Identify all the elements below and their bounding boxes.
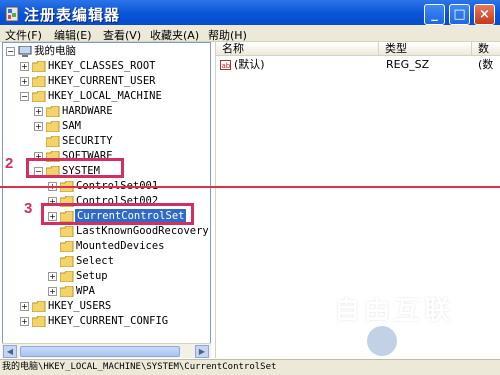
expand-icon[interactable]: + bbox=[48, 287, 57, 296]
window-title: 注册表编辑器 bbox=[24, 6, 121, 24]
value-row[interactable]: ab (默认) REG_SZ (数 bbox=[216, 58, 500, 72]
menu-edit[interactable]: 编辑(E) bbox=[54, 27, 92, 43]
menu-view[interactable]: 查看(V) bbox=[103, 27, 141, 43]
maximize-button[interactable]: □ bbox=[449, 4, 470, 25]
tree-item-hardware[interactable]: + HARDWARE bbox=[34, 104, 210, 119]
folder-icon bbox=[32, 301, 46, 312]
folder-icon bbox=[46, 136, 60, 147]
annotation-divider-line bbox=[0, 186, 500, 188]
folder-open-icon bbox=[32, 91, 46, 102]
folder-icon bbox=[60, 271, 74, 282]
expand-icon[interactable]: + bbox=[48, 272, 57, 281]
tree-horizontal-scrollbar[interactable]: ◀ ▶ bbox=[2, 343, 211, 358]
folder-icon bbox=[60, 241, 74, 252]
scroll-right-icon[interactable]: ▶ bbox=[195, 345, 209, 358]
tree-item-label: WPA bbox=[76, 285, 95, 297]
tree-item-label: HKEY_USERS bbox=[48, 300, 112, 312]
watermark-text: 自由互联 bbox=[334, 296, 455, 326]
list-header: 名称 类型 数 bbox=[216, 42, 500, 56]
minimize-button[interactable]: _ bbox=[424, 4, 445, 25]
tree-item-label: HKEY_CLASSES_ROOT bbox=[48, 60, 156, 72]
tree-item-label: 我的电脑 bbox=[34, 45, 76, 57]
regedit-app-icon bbox=[5, 6, 19, 22]
tree-item-label: Select bbox=[76, 255, 114, 267]
tree-item-select[interactable]: Select bbox=[48, 254, 210, 269]
folder-icon bbox=[32, 61, 46, 72]
folder-icon bbox=[60, 256, 74, 267]
tree-item-label: LastKnownGoodRecovery bbox=[76, 225, 209, 237]
column-header-type[interactable]: 类型 bbox=[379, 42, 472, 56]
collapse-icon[interactable]: − bbox=[6, 47, 15, 56]
tree-item-label: HKEY_CURRENT_CONFIG bbox=[48, 315, 169, 327]
folder-icon bbox=[60, 226, 74, 237]
tree-item-lastknowngood[interactable]: LastKnownGoodRecovery bbox=[48, 224, 210, 239]
expand-icon[interactable]: + bbox=[34, 122, 43, 131]
tree-item-hkcu[interactable]: + HKEY_CURRENT_USER bbox=[20, 74, 210, 89]
svg-text:ab: ab bbox=[222, 62, 231, 70]
value-data: (数 bbox=[478, 58, 494, 71]
folder-icon bbox=[32, 76, 46, 87]
folder-icon bbox=[60, 286, 74, 297]
tree-item-mounteddevices[interactable]: MountedDevices bbox=[48, 239, 210, 254]
watermark-circle-icon bbox=[367, 326, 397, 356]
tree-item-hklm[interactable]: − HKEY_LOCAL_MACHINE bbox=[20, 89, 210, 104]
tree-item-security[interactable]: SECURITY bbox=[34, 134, 210, 149]
value-type: REG_SZ bbox=[386, 58, 430, 71]
expand-icon[interactable]: + bbox=[20, 317, 29, 326]
menu-favorites[interactable]: 收藏夹(A) bbox=[150, 27, 199, 43]
step-number-3: 3 bbox=[24, 200, 33, 217]
tree-item-label: Setup bbox=[76, 270, 108, 282]
menu-help[interactable]: 帮助(H) bbox=[208, 27, 247, 43]
watermark-logo-icon bbox=[290, 290, 326, 320]
collapse-icon[interactable]: − bbox=[20, 92, 29, 101]
step-number-2: 2 bbox=[5, 155, 14, 172]
folder-icon bbox=[46, 106, 60, 117]
column-header-data[interactable]: 数 bbox=[472, 42, 500, 56]
tree-item-my-computer[interactable]: − 我的电脑 bbox=[6, 44, 206, 59]
watermark-subtext: 好装机 bbox=[410, 334, 474, 356]
column-header-name[interactable]: 名称 bbox=[216, 42, 379, 56]
tree-item-wpa[interactable]: + WPA bbox=[48, 284, 210, 299]
tree-item-hku[interactable]: + HKEY_USERS bbox=[20, 299, 210, 314]
tree-item-hkcr[interactable]: + HKEY_CLASSES_ROOT bbox=[20, 59, 210, 74]
expand-icon[interactable]: + bbox=[34, 107, 43, 116]
tree-item-label: HKEY_LOCAL_MACHINE bbox=[48, 90, 162, 102]
highlight-box-system bbox=[26, 158, 124, 178]
scroll-left-icon[interactable]: ◀ bbox=[3, 345, 17, 358]
highlight-box-currentcontrolset bbox=[41, 203, 194, 225]
tree-item-label: SAM bbox=[62, 120, 81, 132]
expand-icon[interactable]: + bbox=[20, 302, 29, 311]
tree-item-sam[interactable]: + SAM bbox=[34, 119, 210, 134]
registry-tree[interactable]: − 我的电脑 + HKEY_CLASSES_ROOT + HKEY_CURREN… bbox=[2, 42, 211, 358]
tree-item-hkcc[interactable]: + HKEY_CURRENT_CONFIG bbox=[20, 314, 210, 329]
expand-icon[interactable]: + bbox=[20, 62, 29, 71]
scroll-thumb[interactable] bbox=[20, 346, 180, 357]
value-name: (默认) bbox=[234, 58, 265, 71]
string-value-icon: ab bbox=[220, 60, 231, 70]
watermark: 自由互联 好装机 bbox=[282, 282, 500, 362]
close-button[interactable]: × bbox=[474, 4, 495, 25]
tree-item-label: MountedDevices bbox=[76, 240, 165, 252]
tree-item-label: HARDWARE bbox=[62, 105, 113, 117]
menu-file[interactable]: 文件(F) bbox=[5, 27, 42, 43]
computer-icon bbox=[18, 46, 32, 57]
tree-item-label: HKEY_CURRENT_USER bbox=[48, 75, 156, 87]
folder-icon bbox=[46, 121, 60, 132]
menu-bar: 文件(F) 编辑(E) 查看(V) 收藏夹(A) 帮助(H) bbox=[0, 25, 500, 42]
folder-icon bbox=[32, 316, 46, 327]
tree-item-label: SECURITY bbox=[62, 135, 113, 147]
expand-icon[interactable]: + bbox=[20, 77, 29, 86]
tree-item-setup[interactable]: + Setup bbox=[48, 269, 210, 284]
